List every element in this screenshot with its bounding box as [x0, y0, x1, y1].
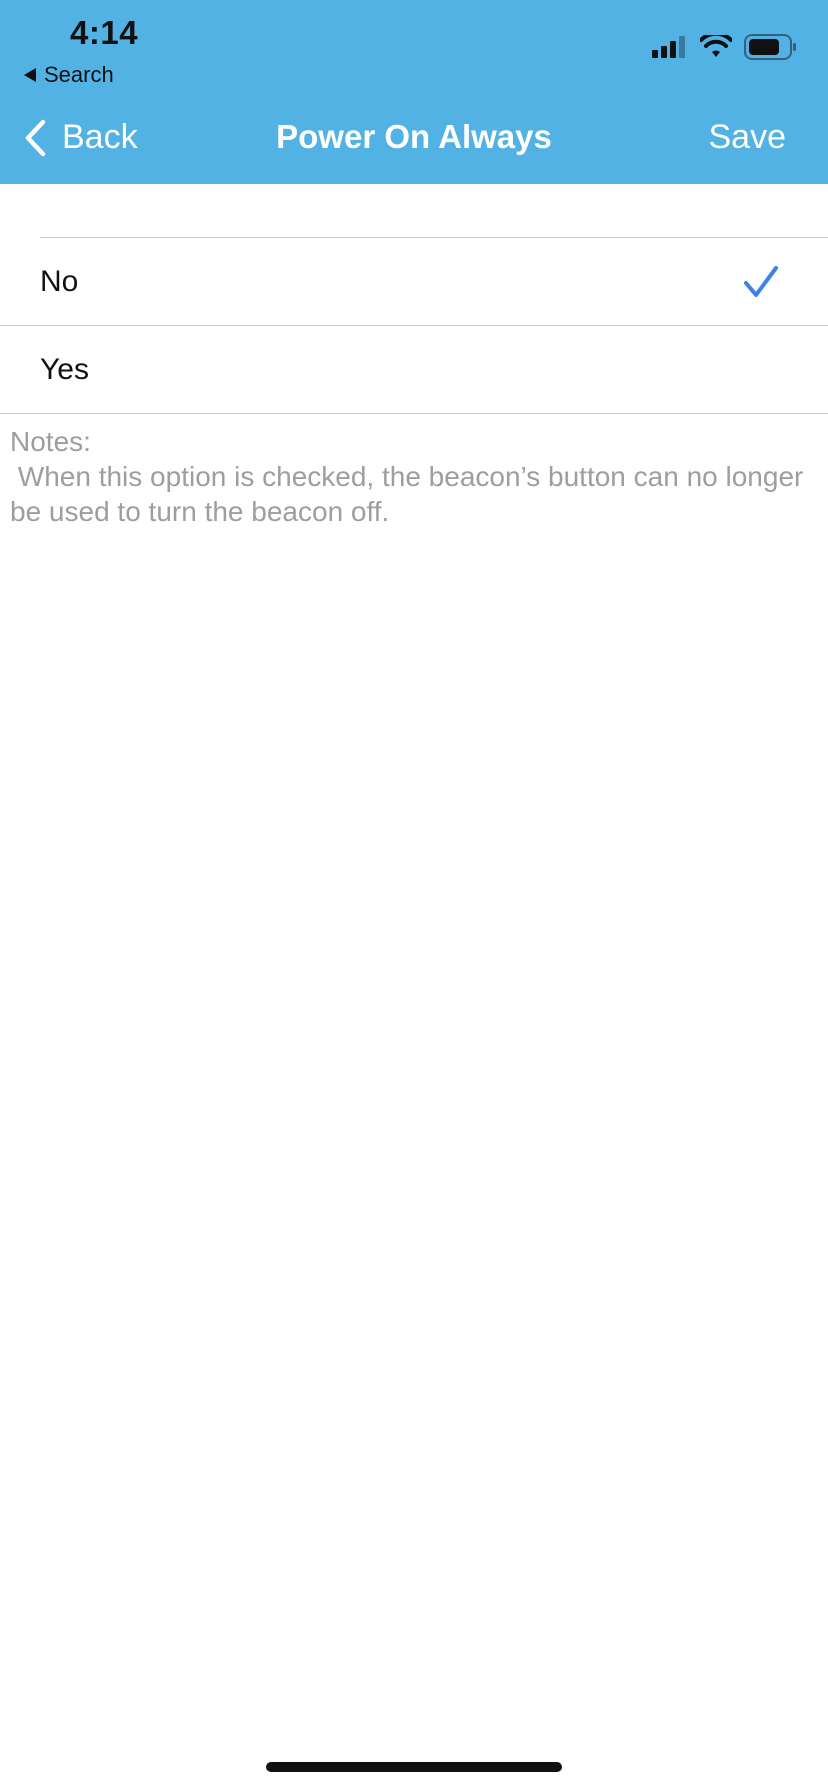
back-triangle-icon	[24, 68, 36, 82]
option-row-yes[interactable]: Yes	[0, 326, 828, 414]
cellular-signal-icon	[652, 36, 685, 58]
checkmark-icon	[744, 266, 778, 297]
options-list: No Yes	[0, 237, 828, 414]
status-icons	[652, 34, 798, 60]
app-header: 4:14 Search Back Power On Always Save	[0, 0, 828, 184]
option-label: No	[40, 264, 79, 298]
option-label: Yes	[40, 352, 89, 386]
back-to-search-link[interactable]: Search	[24, 62, 114, 88]
option-row-no[interactable]: No	[0, 238, 828, 326]
back-button[interactable]: Back	[24, 118, 138, 157]
home-indicator[interactable]	[266, 1762, 562, 1772]
battery-icon	[744, 34, 796, 60]
back-button-label: Back	[62, 118, 138, 156]
back-to-search-label: Search	[44, 62, 114, 87]
notes-text: When this option is checked, the beacon’…	[10, 461, 812, 527]
chevron-left-icon	[25, 119, 46, 156]
save-button[interactable]: Save	[709, 118, 787, 157]
wifi-icon	[700, 35, 732, 57]
status-time: 4:14	[70, 14, 139, 51]
notes-section: Notes: When this option is checked, the …	[10, 424, 810, 529]
notes-heading: Notes:	[10, 426, 91, 457]
